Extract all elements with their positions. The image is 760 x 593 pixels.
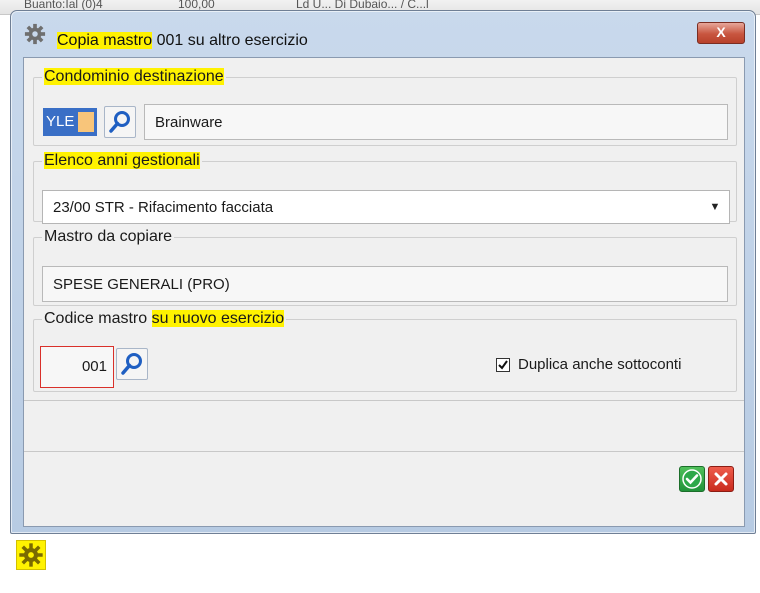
group-legend: Elenco anni gestionali — [42, 152, 202, 170]
group-legend: Condominio destinazione — [42, 68, 226, 86]
condominio-code-value: YLE — [46, 113, 75, 130]
group-codice-mastro: Codice mastro su nuovo esercizio 001 Dup… — [33, 310, 737, 392]
duplica-sottoconti-option[interactable]: Duplica anche sottoconti — [496, 356, 681, 373]
anni-gestionali-select[interactable]: 23/00 STR - Rifacimento facciata ▼ — [42, 190, 730, 224]
magnifier-icon — [109, 111, 130, 133]
title-bar[interactable]: Copia mastro 001 su altro esercizio X — [11, 11, 755, 55]
duplica-sottoconti-label: Duplica anche sottoconti — [518, 356, 682, 373]
dropdown-arrow-icon[interactable]: ▼ — [701, 191, 729, 223]
gear-icon — [19, 543, 43, 567]
legend-text: Condominio destinazione — [44, 68, 224, 85]
magnifier-icon — [121, 353, 142, 375]
dialog-window: Copia mastro 001 su altro esercizio X Co… — [10, 10, 756, 534]
search-codice-button[interactable] — [116, 348, 148, 380]
dialog-client-area: Condominio destinazione YLE Brainware El… — [23, 57, 745, 527]
checkmark-icon — [498, 359, 508, 370]
group-condominio-destinazione: Condominio destinazione YLE Brainware — [33, 68, 737, 146]
taskbar-gear-button[interactable] — [16, 540, 46, 570]
close-button[interactable]: X — [697, 22, 745, 44]
group-anni-gestionali: Elenco anni gestionali 23/00 STR - Rifac… — [33, 152, 737, 224]
condominio-name-field[interactable]: Brainware — [144, 104, 728, 140]
anni-selected-value: 23/00 STR - Rifacimento facciata — [53, 199, 274, 216]
ok-button[interactable] — [679, 466, 705, 492]
title-rest: 001 su altro esercizio — [152, 32, 308, 49]
checkmark-icon — [682, 469, 702, 489]
group-legend: Codice mastro su nuovo esercizio — [42, 310, 286, 328]
duplica-sottoconti-checkbox[interactable] — [496, 357, 510, 372]
mastro-field[interactable]: SPESE GENERALI (PRO) — [42, 266, 728, 302]
group-legend: Mastro da copiare — [44, 228, 173, 245]
close-x-icon — [714, 472, 728, 486]
legend-text: Elenco anni gestionali — [44, 152, 200, 169]
codice-mastro-input[interactable]: 001 — [40, 346, 114, 388]
cancel-button[interactable] — [708, 466, 734, 492]
legend-text: Codice mastro — [44, 310, 152, 327]
search-condominio-button[interactable] — [104, 106, 136, 138]
title-highlight: Copia mastro — [57, 32, 153, 49]
empty-panel — [24, 400, 744, 452]
window-title: Copia mastro 001 su altro esercizio — [57, 32, 308, 50]
gear-icon — [24, 23, 46, 45]
condominio-code-input[interactable]: YLE — [43, 108, 97, 136]
legend-highlight: su nuovo esercizio — [151, 310, 285, 327]
group-mastro-da-copiare: Mastro da copiare SPESE GENERALI (PRO) — [33, 228, 737, 306]
